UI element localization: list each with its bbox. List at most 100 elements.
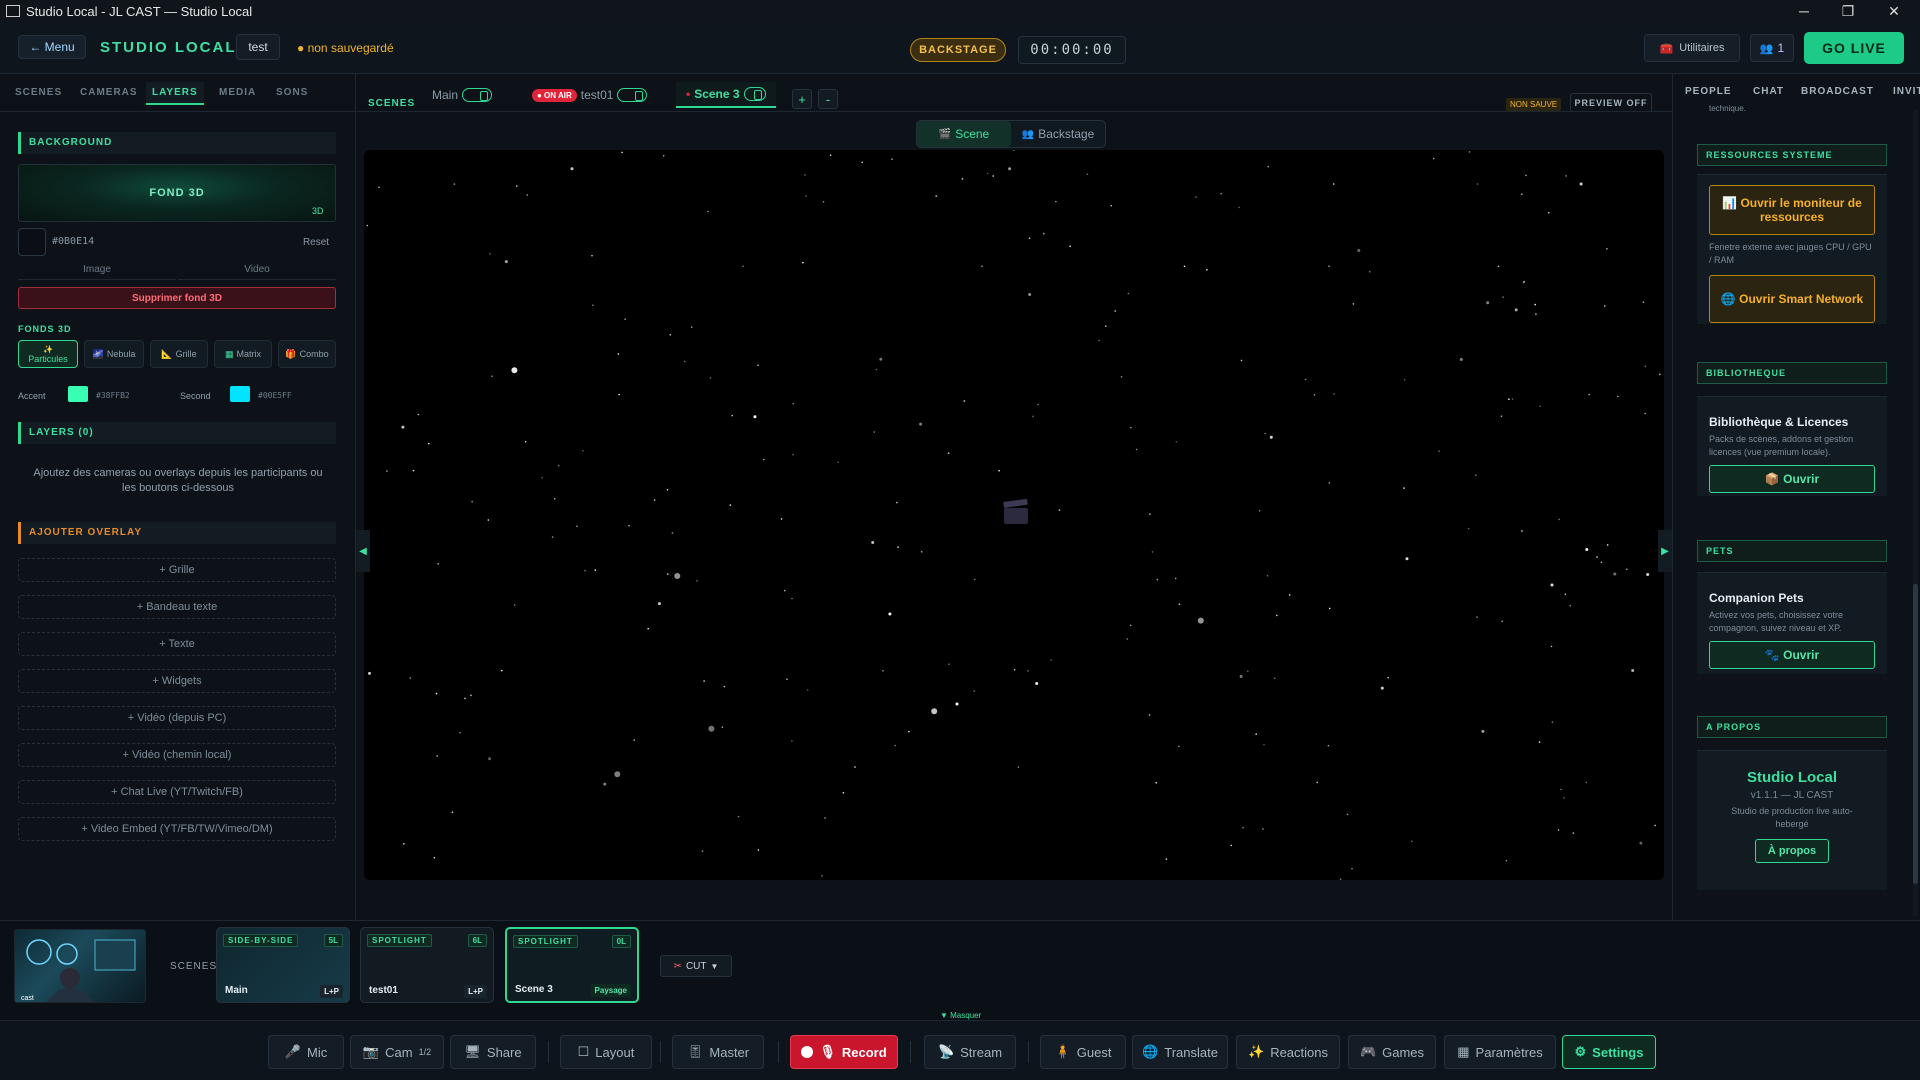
go-live-button[interactable]: GO LIVE <box>1804 32 1904 64</box>
backstage-button[interactable]: BACKSTAGE <box>910 38 1006 62</box>
layout-button[interactable]: ☐ Layout <box>560 1035 652 1069</box>
background-color-hex[interactable]: #0B0E14 <box>52 236 94 247</box>
image-button[interactable]: Image <box>18 260 176 280</box>
add-grille-button[interactable]: + Grille <box>18 558 336 582</box>
star <box>1588 393 1590 396</box>
star <box>621 151 623 154</box>
add-widgets-button[interactable]: + Widgets <box>18 669 336 693</box>
star <box>683 360 686 363</box>
star <box>963 400 966 402</box>
add-bandeau-button[interactable]: + Bandeau texte <box>18 595 336 619</box>
add-video-pc-button[interactable]: + Vidéo (depuis PC) <box>18 706 336 730</box>
reset-button[interactable]: Reset <box>296 230 336 254</box>
right-panel-scroll-thumb[interactable] <box>1913 584 1918 884</box>
cam-button[interactable]: 📷 Cam 1/2 <box>350 1035 444 1069</box>
fond-combo-button[interactable]: 🎁 Combo <box>278 340 336 368</box>
scene-card-scene3[interactable]: SPOTLIGHT 0L Scene 3 Paysage <box>505 927 639 1003</box>
view-backstage-label: Backstage <box>1038 127 1095 141</box>
star <box>1659 373 1661 376</box>
tab-scenes[interactable]: SCENES <box>15 87 62 98</box>
add-video-embed-button[interactable]: + Video Embed (YT/FB/TW/Vimeo/DM) <box>18 817 336 841</box>
fond-grille-button[interactable]: 📐 Grille <box>150 340 208 368</box>
tab-chat[interactable]: CHAT <box>1753 86 1784 97</box>
scenes-label: SCENES <box>368 98 416 109</box>
scene-tab-test01[interactable]: ● ON AIR test01 <box>532 84 648 106</box>
scene-card-test01[interactable]: SPOTLIGHT 6L test01 L+P <box>360 927 494 1003</box>
add-scene-button[interactable]: + <box>792 89 812 109</box>
reactions-button[interactable]: ✨ Reactions <box>1236 1035 1340 1069</box>
scene-visibility-toggle[interactable] <box>617 88 648 102</box>
second-color-swatch[interactable] <box>230 386 250 402</box>
view-scene-button[interactable]: 🎬 Scene <box>917 121 1011 147</box>
star <box>417 413 420 416</box>
preview-off-button[interactable]: PREVIEW OFF <box>1570 93 1652 113</box>
master-button[interactable]: 🎚 Master <box>672 1035 764 1069</box>
star <box>633 739 635 741</box>
mic-button[interactable]: 🎤 Mic <box>268 1035 344 1069</box>
share-label: Share <box>486 1044 522 1060</box>
fond-nebula-button[interactable]: 🌌 Nebula <box>84 340 144 368</box>
settings-button[interactable]: ⚙ Settings <box>1562 1035 1656 1069</box>
stream-button[interactable]: 📡 Stream <box>924 1035 1016 1069</box>
star <box>731 414 733 417</box>
video-button[interactable]: Video <box>178 260 336 280</box>
tab-broadcast[interactable]: BROADCAST <box>1801 86 1874 97</box>
translate-button[interactable]: 🌐 Translate <box>1132 1035 1228 1069</box>
star <box>1129 624 1132 627</box>
scene-tab-main[interactable]: Main <box>432 84 493 106</box>
background-preview[interactable]: FOND 3D <box>18 164 336 222</box>
menu-button[interactable]: ← Menu <box>18 35 86 59</box>
minimize-icon[interactable]: ─ <box>1784 0 1824 22</box>
scene-visibility-toggle[interactable] <box>462 88 493 102</box>
tab-media[interactable]: MEDIA <box>219 87 256 98</box>
project-name[interactable]: test <box>236 34 280 60</box>
view-toggle: 🎬 Scene 👥 Backstage <box>916 120 1106 148</box>
add-chat-live-button[interactable]: + Chat Live (YT/Twitch/FB) <box>18 780 336 804</box>
guest-button[interactable]: 🧍 Guest <box>1040 1035 1126 1069</box>
add-texte-button[interactable]: + Texte <box>18 632 336 656</box>
restore-icon[interactable]: ❐ <box>1828 0 1868 22</box>
star <box>891 158 893 160</box>
scene-tab-scene3[interactable]: • Scene 3 <box>676 82 776 108</box>
star <box>1560 788 1562 791</box>
parametres-button[interactable]: ▦ Paramètres <box>1444 1035 1556 1069</box>
open-smart-network-button[interactable]: 🌐 Ouvrir Smart Network <box>1709 275 1875 323</box>
star <box>1266 575 1269 577</box>
scene-visibility-toggle[interactable] <box>743 87 766 101</box>
background-color-swatch[interactable] <box>18 228 46 256</box>
games-button[interactable]: 🎮 Games <box>1348 1035 1436 1069</box>
bibliotheque-open-button[interactable]: 📦 Ouvrir <box>1709 465 1875 493</box>
utilities-button[interactable]: 🧰 Utilitaires <box>1644 34 1740 62</box>
scene-card-main[interactable]: SIDE-BY-SIDE 5L Main L+P <box>216 927 350 1003</box>
record-button[interactable]: 🎙 Record <box>790 1035 898 1069</box>
scene-preview-canvas[interactable] <box>364 150 1664 880</box>
masquer-toggle[interactable]: ▼ Masquer <box>940 1011 981 1020</box>
star <box>1606 248 1608 250</box>
tab-sons[interactable]: SONS <box>276 87 308 98</box>
share-button[interactable]: 🖥 Share <box>450 1035 536 1069</box>
tab-people[interactable]: PEOPLE <box>1685 86 1732 97</box>
delete-3d-background-button[interactable]: Supprimer fond 3D <box>18 287 336 309</box>
collapse-left-arrow[interactable]: ◀ <box>356 530 370 572</box>
star <box>908 730 910 733</box>
fond-particules-button[interactable]: ✨ Particules <box>18 340 78 368</box>
tab-layers[interactable]: LAYERS <box>146 82 204 105</box>
star <box>1304 378 1307 381</box>
remove-scene-button[interactable]: - <box>818 89 838 109</box>
view-backstage-button[interactable]: 👥 Backstage <box>1011 121 1105 147</box>
people-count-button[interactable]: 👥 1 <box>1750 34 1794 62</box>
apropos-button[interactable]: À propos <box>1755 839 1829 863</box>
cut-transition-button[interactable]: ✂ CUT ▼ <box>660 955 732 977</box>
fond-matrix-button[interactable]: ▦ Matrix <box>214 340 272 368</box>
collapse-right-arrow[interactable]: ▶ <box>1658 530 1672 572</box>
open-monitor-button[interactable]: 📊 Ouvrir le moniteur de ressources <box>1709 185 1875 235</box>
accent-color-swatch[interactable] <box>68 386 88 402</box>
star <box>1263 743 1265 746</box>
tab-cameras[interactable]: CAMERAS <box>80 87 138 98</box>
close-icon[interactable]: ✕ <box>1874 0 1914 22</box>
live-output-thumbnail[interactable]: cast <box>14 929 146 1003</box>
tab-invite[interactable]: INVITE <box>1893 86 1920 97</box>
pets-open-button[interactable]: 🐾 Ouvrir <box>1709 641 1875 669</box>
globe-icon: 🌐 <box>1142 1044 1159 1059</box>
add-video-local-button[interactable]: + Vidéo (chemin local) <box>18 743 336 767</box>
